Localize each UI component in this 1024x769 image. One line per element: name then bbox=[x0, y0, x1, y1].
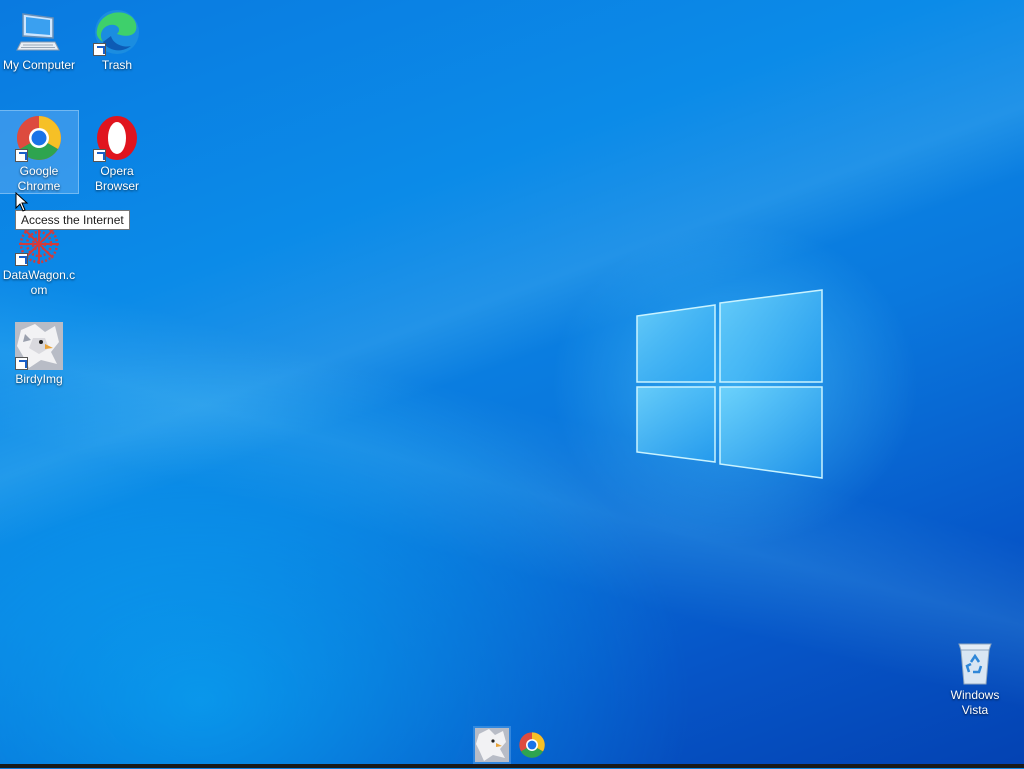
shortcut-arrow-icon bbox=[15, 253, 28, 266]
recycle-bin-icon bbox=[951, 638, 999, 686]
taskbar-item-birdyimg[interactable] bbox=[473, 726, 511, 764]
desktop-icon-windows-vista[interactable]: Windows Vista bbox=[936, 638, 1014, 718]
desktop-icon-opera-browser[interactable]: Opera Browser bbox=[78, 111, 156, 194]
edge-icon bbox=[93, 8, 141, 56]
icon-label: DataWagon.com bbox=[2, 268, 76, 297]
icon-label: Google Chrome bbox=[17, 164, 61, 193]
taskbar bbox=[0, 764, 1024, 768]
chrome-icon bbox=[519, 732, 545, 758]
icon-label: Trash bbox=[101, 58, 133, 72]
icon-label: Windows Vista bbox=[950, 688, 1000, 717]
tooltip: Access the Internet bbox=[15, 210, 130, 230]
birdyimg-icon bbox=[475, 728, 509, 762]
birdyimg-icon bbox=[15, 322, 63, 370]
desktop-icon-google-chrome[interactable]: Google Chrome bbox=[0, 110, 79, 194]
shortcut-arrow-icon bbox=[93, 43, 106, 56]
shortcut-arrow-icon bbox=[93, 149, 106, 162]
shortcut-arrow-icon bbox=[15, 357, 28, 370]
icon-label: My Computer bbox=[2, 58, 76, 72]
mouse-cursor-icon bbox=[15, 192, 29, 212]
desktop-icon-birdyimg[interactable]: BirdyImg bbox=[0, 322, 78, 387]
chrome-icon bbox=[15, 114, 63, 162]
computer-icon bbox=[15, 8, 63, 56]
shortcut-arrow-icon bbox=[15, 149, 28, 162]
icon-label: BirdyImg bbox=[15, 372, 63, 386]
desktop-icon-my-computer[interactable]: My Computer bbox=[0, 8, 78, 73]
opera-icon bbox=[93, 114, 141, 162]
desktop-icon-trash[interactable]: Trash bbox=[78, 8, 156, 73]
icon-label: Opera Browser bbox=[94, 164, 139, 193]
taskbar-item-chrome[interactable] bbox=[513, 726, 551, 764]
desktop-icon-datawagon[interactable]: DataWagon.com bbox=[0, 218, 78, 298]
